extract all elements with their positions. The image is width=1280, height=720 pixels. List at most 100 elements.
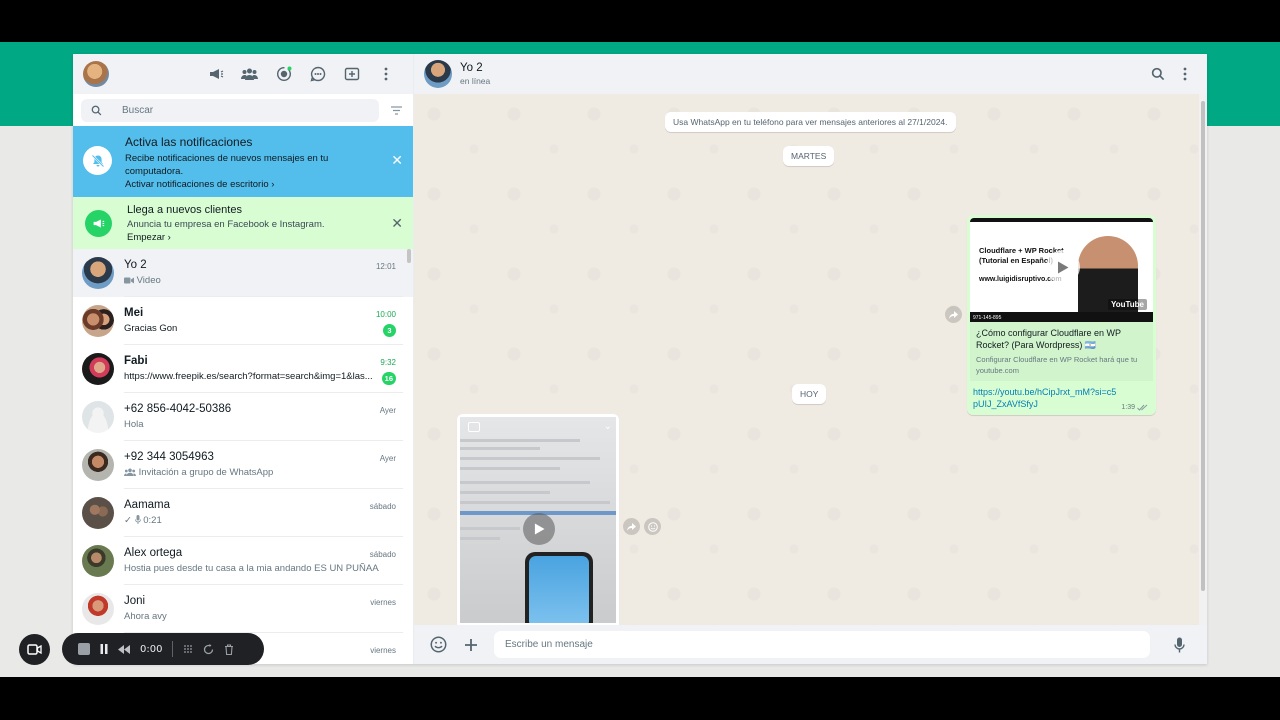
chat-item-alex-ortega[interactable]: Alex ortega Hostia pues desde tu casa a …	[73, 537, 413, 585]
chat-time: Ayer	[379, 454, 396, 463]
screen-bottom-letterbox	[0, 677, 1280, 720]
search-placeholder: Buscar	[122, 104, 154, 116]
status-icon[interactable]	[274, 65, 293, 84]
forward-icon[interactable]	[945, 306, 962, 323]
message-time: 1:39	[1121, 404, 1135, 411]
chat-list-scrollbar[interactable]	[407, 249, 411, 263]
forward-icon[interactable]	[623, 518, 640, 535]
menu-icon[interactable]	[1183, 67, 1187, 81]
chat-item-yo-2[interactable]: Yo 2 Video 12:01	[73, 249, 413, 297]
search-input[interactable]: Buscar	[81, 98, 379, 122]
chat-name: Joni	[124, 595, 146, 607]
chat-item-mei[interactable]: Mei Gracias Gon 10:00 3	[73, 297, 413, 345]
new-chat-icon[interactable]	[342, 65, 361, 84]
chat-item-aamama[interactable]: Aamama ✓ 0:21 sábado	[73, 489, 413, 537]
message-area[interactable]: Usa WhatsApp en tu teléfono para ver men…	[414, 94, 1207, 626]
chat-name: Alex ortega	[124, 547, 183, 559]
avatar	[82, 449, 114, 481]
video-camera-icon	[468, 422, 480, 432]
chat-last-message: Ahora avy	[124, 611, 167, 622]
avatar	[82, 545, 114, 577]
avatar	[82, 497, 114, 529]
video-camera-icon	[27, 644, 42, 655]
promo-start-link[interactable]: Empezar ›	[127, 232, 325, 243]
promo-title: Llega a nuevos clientes	[127, 203, 242, 216]
search-row: Buscar	[73, 94, 413, 126]
chat-item-92-344[interactable]: +92 344 3054963 Invitación a grupo de Wh…	[73, 441, 413, 489]
sidebar: Buscar Activa las notificaciones Recibe …	[73, 54, 414, 664]
chat-item-62-856[interactable]: +62 856-4042-50386 Hola Ayer	[73, 393, 413, 441]
chat-last-message: ✓ 0:21	[124, 515, 162, 526]
chat-item-joni[interactable]: Joni Ahora avy viernes	[73, 585, 413, 633]
chat-item-fabi[interactable]: Fabi https://www.freepik.es/search?forma…	[73, 345, 413, 393]
day-label-martes: MARTES	[783, 146, 835, 166]
contact-name: Yo 2	[460, 62, 483, 74]
search-icon[interactable]	[1151, 67, 1165, 81]
outgoing-link-message[interactable]: Cloudflare + WP Rocket (Tutorial en Espa…	[967, 215, 1156, 415]
chat-last-message: https://www.freepik.es/search?format=sea…	[124, 371, 373, 382]
search-icon	[91, 105, 102, 115]
promo-banner[interactable]: Llega a nuevos clientes Anuncia tu empre…	[73, 197, 413, 249]
preview-title: ¿Cómo configurar Cloudflare en WP Rocket…	[976, 328, 1121, 350]
communities-icon[interactable]	[240, 65, 259, 84]
notifications-description: Recibe notificaciones de nuevos mensajes…	[125, 153, 329, 177]
incoming-video-message[interactable]: ⌄	[457, 414, 619, 626]
contact-avatar[interactable]	[424, 60, 452, 88]
message-scrollbar[interactable]	[1199, 94, 1207, 625]
menu-icon[interactable]	[376, 65, 395, 84]
recording-time: 0:00	[140, 643, 163, 655]
attach-plus-icon[interactable]	[461, 638, 481, 652]
message-composer: Escribe un mensaje	[414, 625, 1207, 664]
check-icon: ✓	[124, 515, 132, 526]
chat-time: 9:32	[380, 358, 396, 367]
promo-description: Anuncia tu empresa en Facebook e Instagr…	[127, 218, 325, 230]
channels-icon[interactable]	[308, 65, 327, 84]
emoji-reaction-icon[interactable]	[644, 518, 661, 535]
history-notice: Usa WhatsApp en tu teléfono para ver men…	[665, 112, 956, 132]
divider	[172, 641, 174, 657]
microphone-icon[interactable]	[1169, 637, 1189, 653]
my-avatar[interactable]	[83, 61, 109, 87]
microphone-icon	[134, 515, 141, 524]
pause-icon[interactable]	[100, 644, 108, 654]
notifications-banner[interactable]: Activa las notificaciones Recibe notific…	[73, 126, 413, 197]
conversation-header[interactable]: Yo 2 en línea	[414, 54, 1207, 94]
play-icon[interactable]	[523, 513, 555, 545]
chat-last-message: Video	[124, 275, 379, 286]
chat-time: Ayer	[379, 406, 396, 415]
enable-notifications-link[interactable]: Activar notificaciones de escritorio ›	[125, 179, 330, 190]
trash-icon[interactable]	[224, 643, 234, 655]
sidebar-header-actions	[206, 65, 395, 84]
chat-last-message: Gracias Gon	[124, 323, 178, 334]
stop-button[interactable]	[78, 643, 90, 655]
conversation-pane: Yo 2 en línea Usa WhatsApp en tu teléfon…	[414, 54, 1207, 664]
recording-controls: 0:00	[62, 633, 264, 665]
notifications-title: Activa las notificaciones	[125, 135, 253, 149]
chat-time: 10:00	[375, 310, 396, 319]
chat-time: 12:01	[375, 262, 396, 271]
unread-badge: 3	[383, 324, 396, 337]
play-icon[interactable]	[1046, 250, 1080, 284]
restart-icon[interactable]	[203, 643, 214, 655]
filter-icon[interactable]	[387, 105, 405, 115]
avatar	[82, 257, 114, 289]
video-thumbnail[interactable]: Cloudflare + WP Rocket (Tutorial en Espa…	[970, 218, 1153, 322]
group-icon	[124, 468, 136, 476]
camera-toggle-button[interactable]	[19, 634, 50, 665]
link-preview[interactable]: ¿Cómo configurar Cloudflare en WP Rocket…	[970, 322, 1153, 381]
chat-time: viernes	[370, 646, 396, 655]
chat-list: Yo 2 Video 12:01 Mei Gracias Gon 10:00 3	[73, 249, 413, 664]
message-input[interactable]: Escribe un mensaje	[494, 631, 1150, 658]
message-link[interactable]: https://youtu.be/hCipJrxt_mM?si=c5pUIJ_Z…	[970, 381, 1120, 412]
close-icon[interactable]: ✕	[391, 216, 403, 230]
close-icon[interactable]: ✕	[391, 153, 403, 167]
emoji-icon[interactable]	[428, 636, 448, 653]
grid-dots-icon[interactable]	[183, 644, 193, 654]
youtube-logo: YouTube	[1107, 299, 1147, 310]
chevron-down-icon[interactable]: ⌄	[604, 421, 612, 432]
avatar	[82, 353, 114, 385]
megaphone-icon[interactable]	[206, 65, 225, 84]
video-preview[interactable]: ⌄	[460, 417, 616, 623]
rewind-icon[interactable]	[118, 644, 130, 654]
chat-last-message: Invitación a grupo de WhatsApp	[124, 467, 379, 478]
